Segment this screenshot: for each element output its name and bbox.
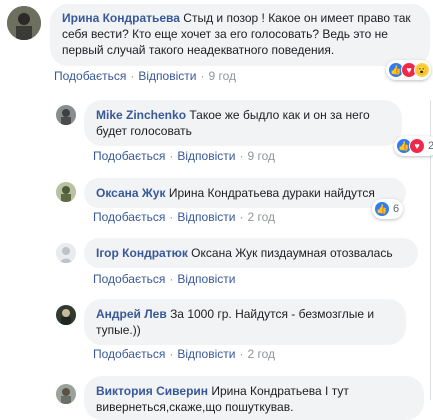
- reply-link[interactable]: Відповісти: [177, 149, 235, 163]
- avatar[interactable]: [7, 6, 41, 40]
- reactions-badge[interactable]: 👍 ♥ 2: [394, 136, 433, 156]
- comment-author[interactable]: Виктория Сиверин: [96, 384, 208, 398]
- avatar[interactable]: [56, 182, 76, 202]
- avatar-image: [56, 384, 76, 404]
- comment-bubble: Mike Zinchenko Такое же быдло как и он з…: [84, 100, 402, 146]
- wow-icon: 😮: [414, 62, 430, 78]
- avatar-image: [56, 305, 76, 325]
- reply-link[interactable]: Відповісти: [177, 272, 235, 286]
- avatar[interactable]: [56, 243, 76, 263]
- comment-author[interactable]: Андрей Лев: [96, 307, 167, 321]
- avatar-image: [56, 105, 76, 125]
- like-link[interactable]: Подобається: [93, 272, 165, 286]
- comment-time[interactable]: 2 год: [247, 210, 275, 224]
- avatar[interactable]: [56, 384, 76, 404]
- comment-actions: Подобається · Відповісти: [93, 272, 235, 286]
- reactions-badge[interactable]: 👍 ♥ 😮: [386, 60, 431, 80]
- comment-text: Оксана Жук пиздаумная отозвалась: [191, 246, 393, 260]
- love-icon: ♥: [409, 138, 425, 154]
- comment-bubble: Андрей Лев За 1000 гр. Найдутся - безмоз…: [84, 299, 406, 345]
- reply-link[interactable]: Відповісти: [138, 69, 196, 83]
- avatar-image: [56, 182, 76, 202]
- comment-author[interactable]: Ирина Кондратьева: [62, 11, 180, 25]
- avatar[interactable]: [56, 105, 76, 125]
- separator: ·: [169, 210, 174, 224]
- comment-bubble: Оксана Жук Ирина Кондратьева дураки найд…: [84, 178, 406, 208]
- comment-time[interactable]: 2 год: [247, 347, 275, 361]
- comment-author[interactable]: Оксана Жук: [96, 186, 165, 200]
- like-link[interactable]: Подобається: [93, 210, 165, 224]
- separator: ·: [200, 69, 205, 83]
- comment-text: Ирина Кондратьева дураки найдутся: [168, 186, 375, 200]
- comment-author[interactable]: Mike Zinchenko: [96, 108, 186, 122]
- reaction-count: 2: [428, 140, 433, 152]
- reply-link[interactable]: Відповісти: [177, 347, 235, 361]
- separator: ·: [239, 210, 244, 224]
- avatar-image: [56, 243, 76, 263]
- separator: ·: [169, 347, 174, 361]
- comment-actions: Подобається · Відповісти · 2 год: [93, 347, 275, 361]
- comment-actions: Подобається · Відповісти · 9 год: [93, 149, 275, 163]
- reactions-badge[interactable]: 👍 6: [372, 199, 404, 219]
- separator: ·: [239, 149, 244, 163]
- comment-bubble: Виктория Сиверин Ирина Кондратьева І тут…: [84, 376, 424, 420]
- separator: ·: [169, 149, 174, 163]
- comment-actions: Подобається · Відповісти · 9 год: [54, 69, 236, 83]
- comment-author[interactable]: Ігор Кондратюк: [96, 246, 188, 260]
- reaction-count: 6: [393, 203, 400, 215]
- like-link[interactable]: Подобається: [54, 69, 126, 83]
- separator: ·: [239, 347, 244, 361]
- comment-bubble: Ігор Кондратюк Оксана Жук пиздаумная ото…: [84, 238, 418, 268]
- comment-time[interactable]: 9 год: [247, 149, 275, 163]
- avatar[interactable]: [56, 305, 76, 325]
- comment-time[interactable]: 9 год: [208, 69, 236, 83]
- comment-bubble: Ирина Кондратьева Стыд и позор ! Какое о…: [50, 4, 430, 66]
- like-icon: 👍: [374, 201, 390, 217]
- separator: ·: [169, 272, 174, 286]
- comment-actions: Подобається · Відповісти · 2 год: [93, 210, 275, 224]
- separator: ·: [130, 69, 135, 83]
- reply-link[interactable]: Відповісти: [177, 210, 235, 224]
- avatar-image: [7, 6, 41, 40]
- like-link[interactable]: Подобається: [93, 347, 165, 361]
- like-link[interactable]: Подобається: [93, 149, 165, 163]
